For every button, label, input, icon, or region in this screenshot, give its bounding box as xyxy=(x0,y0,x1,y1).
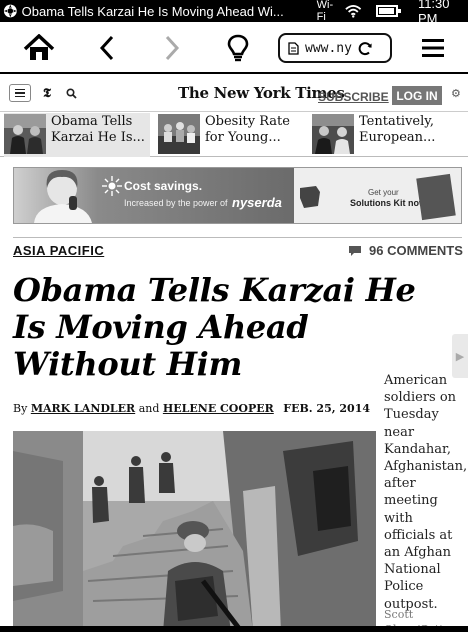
ad-image: Cost savings. Increased by the power of … xyxy=(14,168,294,223)
ad-kit-image xyxy=(416,173,456,221)
menu-icon xyxy=(422,39,444,57)
url-text: www.ny xyxy=(305,40,352,56)
page-icon xyxy=(288,41,299,55)
wifi-icon xyxy=(345,5,362,18)
related-item[interactable]: Tentatively, European... xyxy=(312,113,464,157)
caption-line: Kandahar, xyxy=(384,441,451,457)
section-link[interactable]: ASIA PACIFIC xyxy=(13,243,104,258)
caption-line: near xyxy=(384,424,415,440)
ad-subtext: Increased by the power of xyxy=(124,198,228,208)
byline: By MARK LANDLER and HELENE COOPER FEB. 2… xyxy=(13,402,370,415)
soldiers-photo xyxy=(13,431,376,632)
hamburger-line xyxy=(15,95,25,98)
status-bar: Obama Tells Karzai He Is Moving Ahead Wi… xyxy=(0,0,468,26)
advertisement-banner[interactable]: Cost savings. Increased by the power of … xyxy=(13,167,462,224)
caption-line: an Afghan xyxy=(384,545,452,561)
caption-line: soldiers on xyxy=(384,390,457,406)
lightbulb-icon xyxy=(227,34,249,62)
home-icon xyxy=(23,34,55,60)
credit-line: Scott xyxy=(384,608,414,621)
window-title: Obama Tells Karzai He Is Moving Ahead Wi… xyxy=(21,3,284,19)
forward-icon xyxy=(165,35,180,61)
ad-brand-logo: nyserda xyxy=(232,195,282,210)
caption-line: with xyxy=(384,510,413,526)
wifi-label: Wi-Fi xyxy=(316,0,334,23)
comment-icon xyxy=(349,245,361,256)
ny-state-badge-icon xyxy=(300,186,320,208)
section-divider xyxy=(13,237,462,238)
author-link[interactable]: HELENE COOPER xyxy=(163,402,274,415)
back-icon xyxy=(99,35,114,61)
home-button[interactable] xyxy=(22,32,56,64)
next-article-tab[interactable]: ▶ xyxy=(452,334,468,378)
caption-line: officials at xyxy=(384,527,453,543)
reload-icon[interactable] xyxy=(358,41,373,56)
author-link[interactable]: MARK LANDLER xyxy=(31,402,135,415)
photo-caption: American soldiers on Tuesday near Kandahar, A… xyxy=(384,372,468,613)
app-icon xyxy=(3,4,17,18)
related-thumbnail xyxy=(158,114,200,154)
browser-menu-button[interactable] xyxy=(416,32,450,64)
reading-mode-button[interactable] xyxy=(221,32,255,64)
back-button[interactable] xyxy=(90,32,124,64)
article-headline: Obama Tells Karzai He Is Moving Ahead Wi… xyxy=(13,271,416,383)
comments-link[interactable]: 96 COMMENTS xyxy=(348,243,463,258)
browser-toolbar: www.ny xyxy=(0,22,468,74)
ad-cta-line1: Get your xyxy=(368,188,399,197)
article-photo[interactable] xyxy=(13,431,376,632)
hamburger-line xyxy=(15,88,25,91)
related-title: Obesity Rate for Young... xyxy=(205,114,290,145)
comments-count: 96 COMMENTS xyxy=(369,243,463,258)
gear-icon[interactable]: ⚙ xyxy=(451,87,461,100)
caption-line: National xyxy=(384,562,441,578)
byline-and: and xyxy=(138,402,160,415)
address-bar[interactable]: www.ny xyxy=(278,33,392,63)
caption-line: Police xyxy=(384,579,424,595)
related-title: Tentatively, European... xyxy=(359,114,436,145)
ad-headline: Cost savings. xyxy=(124,179,203,193)
nyt-t-logo[interactable]: 𝕿 xyxy=(43,86,51,101)
battery-icon xyxy=(375,5,402,17)
sun-icon xyxy=(102,176,122,196)
forward-button[interactable] xyxy=(155,32,189,64)
related-thumbnail xyxy=(312,114,354,154)
search-icon[interactable] xyxy=(66,88,77,99)
hamburger-line xyxy=(15,92,25,94)
related-title: Obama Tells Karzai He Is... xyxy=(51,114,145,145)
ad-cta-panel: Get your Solutions Kit now. xyxy=(294,168,461,223)
ad-cta-line2: Solutions Kit now. xyxy=(350,198,429,208)
caption-line: Afghanistan, xyxy=(384,459,468,475)
login-button[interactable]: LOG IN xyxy=(392,86,442,105)
byline-prefix: By xyxy=(13,402,28,415)
sections-menu-button[interactable] xyxy=(9,84,31,102)
nyt-header: 𝕿 The New York Times SUBSCRIBE LOG IN ⚙ xyxy=(0,76,468,112)
subscribe-link[interactable]: SUBSCRIBE xyxy=(318,90,389,104)
related-articles-strip: Obama Tells Karzai He Is... Obesity Rate… xyxy=(0,113,468,157)
article-date: FEB. 25, 2014 xyxy=(283,402,370,415)
caption-line: meeting xyxy=(384,493,438,509)
related-thumbnail xyxy=(4,114,46,154)
bottom-bar xyxy=(0,626,468,632)
caption-line: Tuesday xyxy=(384,407,439,423)
related-item[interactable]: Obesity Rate for Young... xyxy=(158,113,306,157)
chevron-right-icon: ▶ xyxy=(455,350,465,363)
related-item[interactable]: Obama Tells Karzai He Is... xyxy=(4,113,150,157)
caption-line: after xyxy=(384,476,416,492)
